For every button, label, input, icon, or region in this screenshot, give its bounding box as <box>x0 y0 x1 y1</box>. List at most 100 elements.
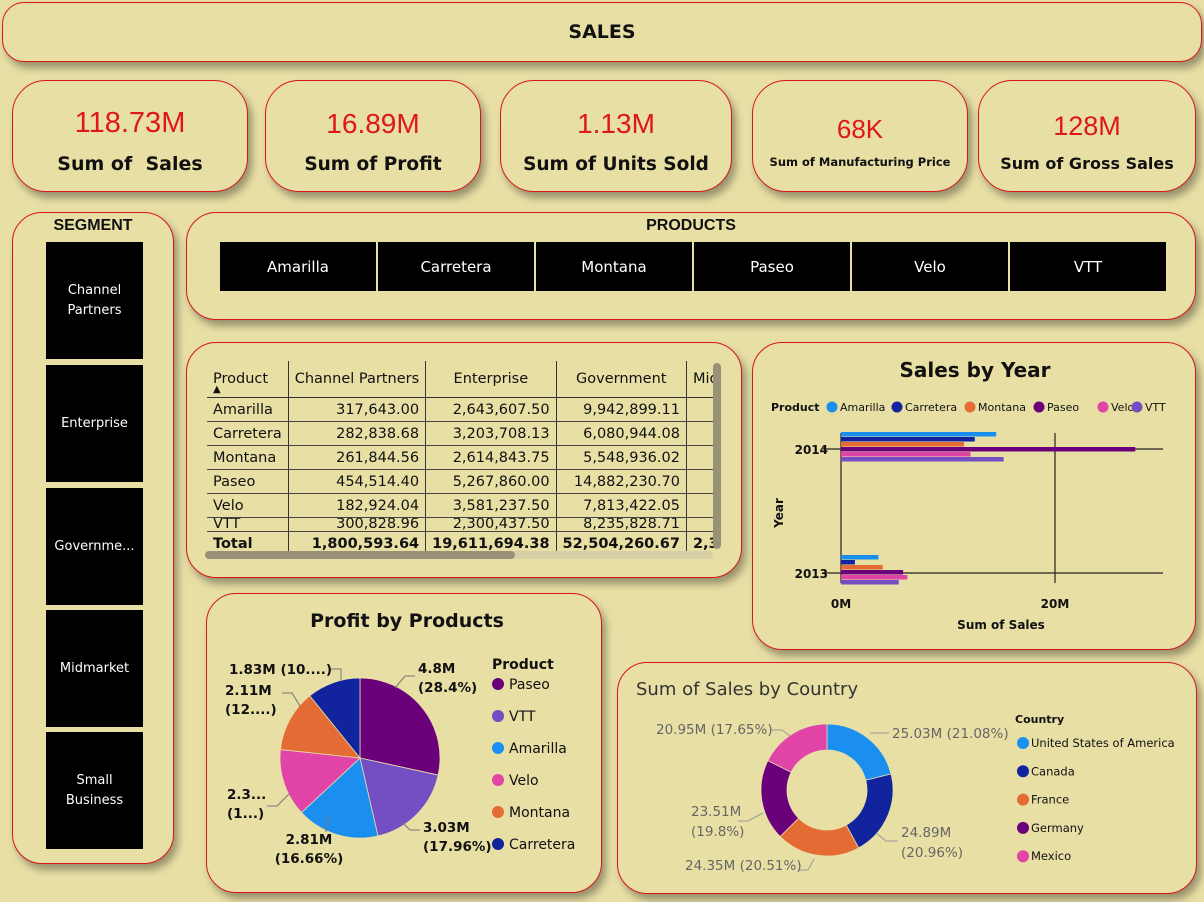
matrix-cell: 3,203,708.13 <box>425 421 557 446</box>
matrix-cell: 6,080,944.08 <box>556 421 687 446</box>
table-row: Velo 182,924.04 3,581,237.50 7,813,422.0… <box>207 493 715 518</box>
data-label: 20.95M (17.65%) <box>656 722 773 738</box>
product-segment-matrix: Product ▲ Channel Partners Enterprise Go… <box>186 342 742 578</box>
horizontal-scrollbar-thumb[interactable] <box>205 551 515 559</box>
legend-item[interactable]: Amarilla <box>509 741 567 757</box>
legend-item[interactable]: VTT <box>509 709 536 725</box>
data-label: 2.11M (12....) <box>225 683 277 718</box>
segment-button-channel-partners[interactable]: Channel Partners <box>46 242 143 359</box>
legend-item[interactable]: Velo <box>1111 401 1134 414</box>
bar-velo-2013 <box>841 575 908 580</box>
matrix-cell-product: Montana <box>207 445 289 470</box>
bar-amarilla-2013 <box>841 555 879 560</box>
chart-legend: Amarilla Carretera Montana Paseo Velo VTT <box>826 401 1166 414</box>
legend-item[interactable]: VTT <box>1145 401 1166 414</box>
data-label: 2.81M (16.66%) <box>275 832 344 867</box>
legend-item[interactable]: Germany <box>1031 821 1084 835</box>
matrix-cell: 182,924.04 <box>288 493 427 518</box>
legend-item[interactable]: Montana <box>978 401 1026 414</box>
matrix-cell: 317,643.00 <box>288 397 427 422</box>
legend-item[interactable]: Carretera <box>905 401 957 414</box>
bar-paseo-2013 <box>841 570 904 575</box>
legend-item[interactable]: Mexico <box>1031 849 1071 863</box>
product-button-paseo[interactable]: Paseo <box>694 242 850 291</box>
slice-united-states-of-america <box>826 723 892 781</box>
slice-mexico <box>767 723 828 773</box>
kpi-label: Sum of Gross Sales <box>1000 154 1174 173</box>
legend-item[interactable]: Paseo <box>509 677 550 693</box>
matrix-cell: 907,729 <box>686 469 715 494</box>
slice-canada <box>845 773 894 849</box>
matrix-header-product[interactable]: Product ▲ <box>207 361 289 398</box>
x-tick-label: 0M <box>831 597 851 611</box>
legend-marker <box>492 774 504 786</box>
matrix-cell-product: Amarilla <box>207 397 289 422</box>
kpi-card-profit: 16.89M Sum of Profit <box>265 80 481 192</box>
legend-item[interactable]: United States of America <box>1031 736 1175 750</box>
legend-title: Country <box>1015 713 1064 726</box>
matrix-header-government[interactable]: Government <box>556 361 687 398</box>
matrix-cell-product: Velo <box>207 493 289 518</box>
leader-line <box>282 692 301 707</box>
segment-button-enterprise[interactable]: Enterprise <box>46 365 143 482</box>
products-slicer: PRODUCTS Amarilla Carretera Montana Pase… <box>186 212 1196 320</box>
matrix-total-cell: 52,504,260.67 <box>556 531 687 551</box>
data-label: 2.3... (1...) <box>227 787 266 822</box>
product-button-vtt[interactable]: VTT <box>1010 242 1166 291</box>
segment-button-small-business[interactable]: Small Business <box>46 732 143 849</box>
legend-marker <box>1033 401 1045 413</box>
chart-title: Sales by Year <box>899 358 1050 382</box>
legend-marker <box>964 401 976 413</box>
segment-button-government[interactable]: Governme... <box>46 488 143 605</box>
kpi-label: Sum of Units Sold <box>523 154 709 175</box>
kpi-value: 1.13M <box>577 108 655 139</box>
legend-marker <box>826 401 838 413</box>
matrix-cell: 248,685 <box>686 397 715 422</box>
bar-velo-2014 <box>841 452 971 457</box>
horizontal-scrollbar[interactable] <box>205 551 713 559</box>
matrix-cell: 2,300,437.50 <box>425 517 557 532</box>
leader-line <box>267 793 290 807</box>
matrix-cell: 337,305 <box>686 421 715 446</box>
legend-title: Product <box>771 401 820 414</box>
data-label: 25.03M (21.08%) <box>892 726 1009 742</box>
matrix-total-cell: 19,611,694.38 <box>425 531 557 551</box>
legend-item[interactable]: Carretera <box>509 837 575 853</box>
vertical-scrollbar[interactable] <box>713 363 721 549</box>
product-button-velo[interactable]: Velo <box>852 242 1008 291</box>
kpi-label: Sum of Sales <box>57 153 203 175</box>
dashboard-title-text: SALES <box>568 21 636 43</box>
legend-item[interactable]: Paseo <box>1047 401 1079 414</box>
data-label: 23.51M (19.8%) <box>691 804 744 840</box>
matrix-cell: 261,844.56 <box>288 445 427 470</box>
product-button-montana[interactable]: Montana <box>536 242 692 291</box>
table-row: Amarilla 317,643.00 2,643,607.50 9,942,8… <box>207 397 715 422</box>
bar-montana-2014 <box>841 442 965 447</box>
pie-slices <box>279 677 441 839</box>
product-button-amarilla[interactable]: Amarilla <box>220 242 376 291</box>
matrix-cell: 290,239 <box>686 445 715 470</box>
legend-item[interactable]: Amarilla <box>840 401 885 414</box>
legend-item[interactable]: France <box>1031 793 1069 807</box>
product-button-carretera[interactable]: Carretera <box>378 242 534 291</box>
legend-item[interactable]: Velo <box>509 773 539 789</box>
segment-button-midmarket[interactable]: Midmarket <box>46 610 143 727</box>
profit-by-products-chart-card: Profit by Products 4.8M (28.4%) 3.03M (17.9… <box>206 593 602 893</box>
matrix-cell: 282,838.68 <box>288 421 427 446</box>
kpi-value: 118.73M <box>74 107 186 139</box>
matrix-cell: 14,882,230.70 <box>556 469 687 494</box>
matrix-table: Product ▲ Channel Partners Enterprise Go… <box>207 361 715 551</box>
matrix-total-cell: 1,800,593.64 <box>288 531 427 551</box>
legend-item[interactable]: Canada <box>1031 764 1075 778</box>
matrix-header-midmarket[interactable]: Midmarket <box>686 361 715 398</box>
sales-by-year-chart: Sales by Year Product Amarilla Carretera M… <box>771 358 1166 632</box>
matrix-header-enterprise[interactable]: Enterprise <box>425 361 557 398</box>
matrix-total-label: Total <box>207 531 289 551</box>
legend-marker <box>492 678 504 690</box>
legend-marker <box>1017 737 1029 749</box>
bar-paseo-2014 <box>841 447 1136 452</box>
legend-item[interactable]: Montana <box>509 805 570 821</box>
data-label: 1.83M (10....) <box>229 662 332 678</box>
matrix-header-channel-partners[interactable]: Channel Partners <box>288 361 427 398</box>
chart-legend: Paseo VTT Amarilla Velo Montana Carretera <box>492 677 575 853</box>
